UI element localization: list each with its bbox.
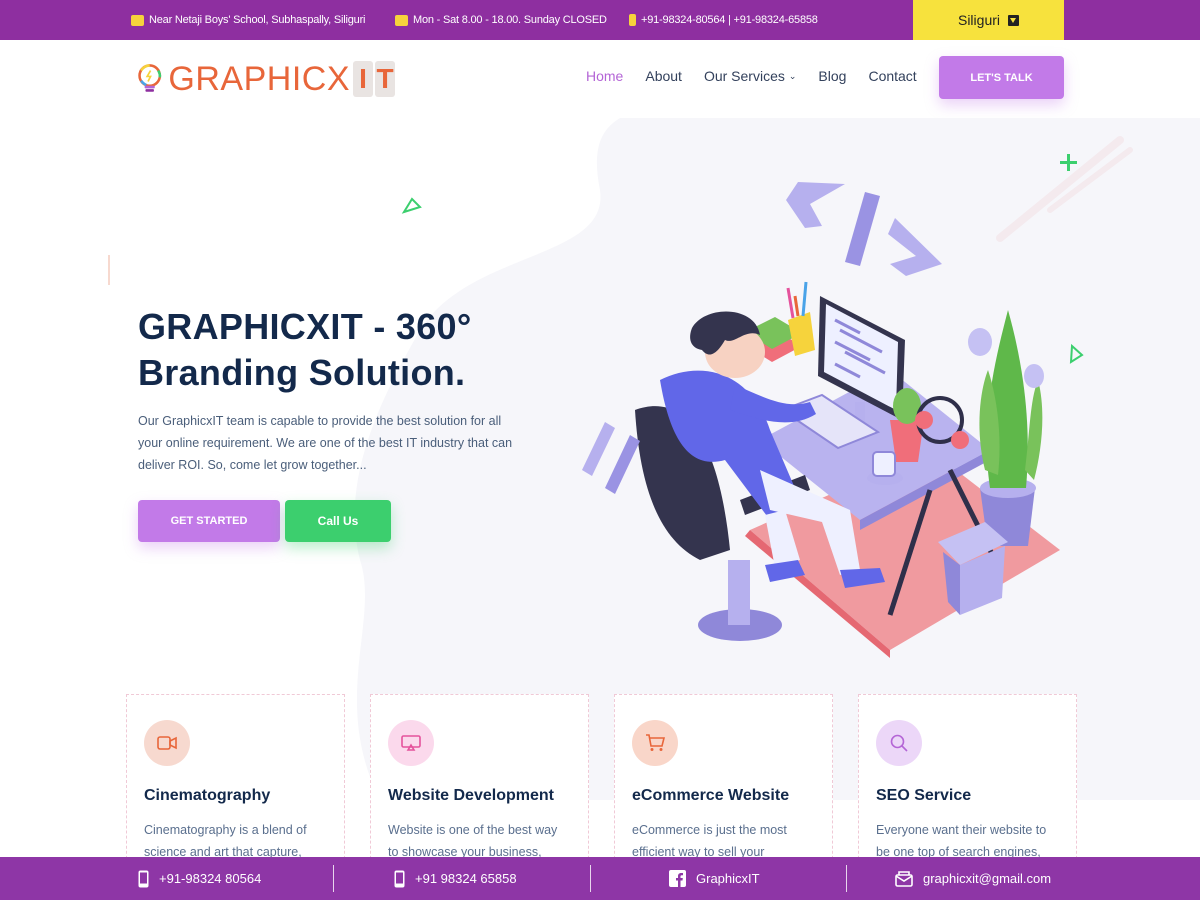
nav-our-services-label: Our Services	[703, 68, 785, 84]
logo-text: GRAPHICX	[168, 59, 350, 98]
bottom-phone1[interactable]: +91-98324 80564	[0, 857, 334, 900]
video-camera-icon	[157, 736, 177, 750]
bottom-facebook[interactable]: GraphicxIT	[591, 857, 847, 900]
service-title: eCommerce Website	[632, 787, 790, 804]
cart-icon	[646, 734, 665, 751]
service-title: Website Development	[388, 787, 554, 804]
logo-it: I T	[353, 61, 397, 97]
main-nav: Home About Our Services ⌄ Blog Contact	[586, 68, 939, 84]
chevron-down-icon: ⌄	[788, 70, 797, 81]
service-icon-circle	[876, 720, 922, 766]
logo-it-i: I	[353, 61, 373, 97]
top-info-bar: Near Netaji Boys' School, Subhaspally, S…	[0, 0, 1200, 40]
map-icon	[131, 14, 144, 26]
city-select[interactable]: Siliguri	[913, 0, 1064, 40]
mobile-phone-icon	[394, 870, 405, 887]
nav-our-services[interactable]: Our Services ⌄	[704, 68, 796, 84]
service-icon-circle	[144, 720, 190, 766]
facebook-icon	[669, 870, 686, 887]
bottom-phone2[interactable]: +91 98324 65858	[334, 857, 591, 900]
service-card-seo[interactable]: SEO Service Everyone want their website …	[858, 694, 1077, 874]
envelope-icon	[895, 870, 913, 887]
bottom-facebook-text: GraphicxIT	[696, 871, 760, 886]
monitor-icon	[401, 735, 421, 751]
truck-icon	[395, 14, 408, 26]
caret-down-icon	[1008, 14, 1019, 26]
call-us-button[interactable]: Call Us	[285, 500, 391, 542]
nav-contact[interactable]: Contact	[868, 68, 916, 84]
service-title: Cinematography	[144, 787, 271, 804]
get-started-button[interactable]: GET STARTED	[138, 500, 280, 542]
code-tag-icon	[786, 182, 942, 276]
search-icon	[890, 734, 908, 752]
phones-info: +91-98324-80564 | +91-98324-65858	[629, 0, 818, 40]
logo-it-t: T	[375, 61, 395, 97]
hero-title-line1: GRAPHICXIT - 360°	[138, 306, 472, 347]
service-card-ecommerce[interactable]: eCommerce Website eCommerce is just the …	[614, 694, 833, 874]
city-label: Siliguri	[957, 12, 1000, 28]
service-icon-circle	[632, 720, 678, 766]
nav-home[interactable]: Home	[586, 68, 623, 84]
hero-title-line2: Branding Solution.	[138, 352, 466, 393]
nav-blog[interactable]: Blog	[818, 68, 846, 84]
hero-title: GRAPHICXIT - 360° Branding Solution.	[138, 304, 598, 396]
hours-text: Mon - Sat 8.00 - 18.00. Sunday CLOSED	[413, 14, 607, 26]
mobile-phone-icon	[138, 870, 149, 887]
nav-about[interactable]: About	[645, 68, 682, 84]
address-text: Near Netaji Boys' School, Subhaspally, S…	[149, 14, 366, 26]
service-card-website-development[interactable]: Website Development Website is one of th…	[370, 694, 589, 874]
bottom-contact-bar: +91-98324 80564 +91 98324 65858 Graphicx…	[0, 857, 1200, 900]
bottom-phone2-text: +91 98324 65858	[415, 871, 517, 886]
bottom-email-text: graphicxit@gmail.com	[923, 871, 1052, 886]
lets-talk-button[interactable]: LET'S TALK	[939, 56, 1064, 99]
bottom-email[interactable]: graphicxit@gmail.com	[847, 857, 1200, 900]
bottom-phone1-text: +91-98324 80564	[159, 871, 262, 886]
lightbulb-icon	[138, 64, 162, 92]
address-info: Near Netaji Boys' School, Subhaspally, S…	[131, 0, 365, 40]
service-icon-circle	[388, 720, 434, 766]
developer-illustration	[582, 182, 1060, 658]
service-card-cinematography[interactable]: Cinematography Cinematography is a blend…	[126, 694, 345, 874]
hero-description: Our GraphicxIT team is capable to provid…	[138, 414, 513, 472]
hours-info: Mon - Sat 8.00 - 18.00. Sunday CLOSED	[395, 0, 607, 40]
service-title: SEO Service	[876, 787, 972, 804]
phones-text[interactable]: +91-98324-80564 | +91-98324-65858	[641, 14, 818, 26]
phone-icon	[629, 14, 636, 26]
logo[interactable]: GRAPHICX I T	[137, 58, 397, 100]
